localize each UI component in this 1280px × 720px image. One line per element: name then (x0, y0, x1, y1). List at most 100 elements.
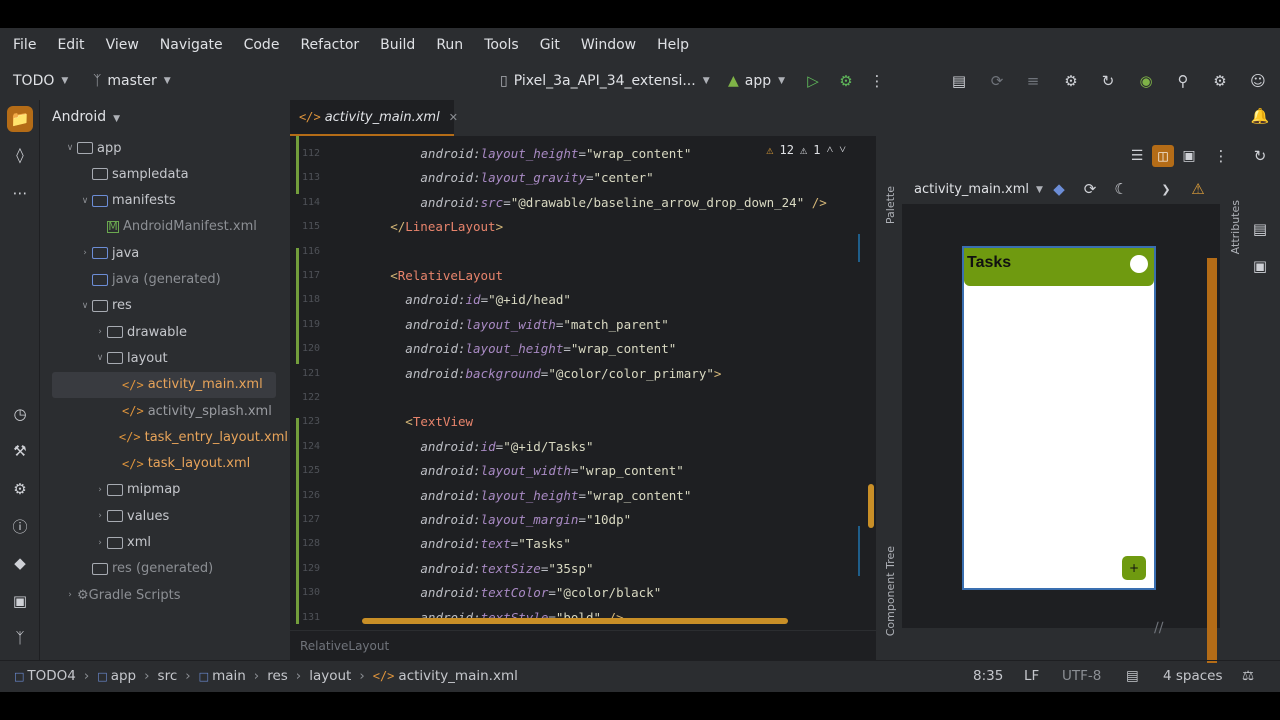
chevron-right-icon[interactable]: › (78, 248, 92, 258)
tree-item[interactable]: </> task_entry_layout.xml (40, 424, 288, 450)
tree-item[interactable]: res (generated) (40, 556, 288, 582)
palette-tab[interactable]: Palette (884, 186, 897, 224)
menu-view[interactable]: View (106, 37, 139, 53)
tree-item[interactable]: sampledata (40, 161, 288, 187)
chevron-right-icon[interactable]: › (93, 511, 107, 521)
menu-run[interactable]: Run (436, 37, 463, 53)
attributes-scrollbar[interactable] (1207, 258, 1217, 663)
tree-item[interactable]: ∨ layout (40, 345, 288, 371)
chevron-right-icon[interactable]: › (63, 590, 77, 600)
apply-changes-icon[interactable]: ▤ (948, 70, 970, 92)
branch-selector[interactable]: ᛉ master ▼ (93, 62, 171, 100)
orientation-icon[interactable]: ⟳ (1079, 178, 1101, 200)
breadcrumb-item[interactable]: TODO4 (27, 668, 75, 684)
breadcrumb-item[interactable]: src (158, 668, 178, 684)
project-selector[interactable]: TODO ▼ (13, 62, 68, 100)
breadcrumb-item[interactable]: res (267, 668, 288, 684)
lock-icon[interactable]: ⚖ (1242, 668, 1254, 684)
breadcrumb-item[interactable]: RelativeLayout (300, 639, 389, 653)
attach-debugger-icon[interactable]: ⚙ (1060, 70, 1082, 92)
version-control-icon[interactable]: ᛉ (9, 627, 31, 649)
file-encoding[interactable]: UTF-8 (1062, 668, 1101, 684)
menu-window[interactable]: Window (581, 37, 636, 53)
vertical-scrollbar[interactable] (868, 484, 874, 528)
project-view-selector[interactable]: Android ▼ (52, 109, 120, 125)
more-options-icon[interactable]: ⋮ (866, 70, 888, 92)
project-folder-icon[interactable]: 📁 (7, 106, 33, 132)
running-devices-icon[interactable]: ▣ (1249, 255, 1271, 277)
tree-item[interactable]: </> task_layout.xml (40, 451, 288, 477)
menu-build[interactable]: Build (380, 37, 415, 53)
app-quality-icon[interactable]: ◆ (9, 552, 31, 574)
menu-git[interactable]: Git (540, 37, 560, 53)
indent-setting[interactable]: 4 spaces (1163, 668, 1223, 684)
inspection-widget[interactable]: ⚠ 12 ⚠ 1 ˄ ˅ (766, 142, 846, 157)
menu-file[interactable]: File (13, 37, 36, 53)
tree-item[interactable]: › xml (40, 530, 288, 556)
chevron-down-icon[interactable]: ∨ (63, 143, 77, 153)
build-icon[interactable]: ⚒ (9, 440, 31, 462)
chevron-right-icon[interactable]: › (93, 485, 107, 495)
search-icon[interactable]: ⚲ (1172, 70, 1194, 92)
chevron-up-icon[interactable]: ˄ (826, 142, 833, 157)
tree-item[interactable]: ∨ app (40, 135, 288, 161)
close-icon[interactable]: ✕ (449, 111, 458, 124)
line-separator[interactable]: LF (1024, 668, 1039, 684)
device-preview[interactable]: Tasks + (962, 246, 1156, 590)
profiler-icon[interactable]: ◉ (1135, 70, 1157, 92)
readonly-icon[interactable]: ▤ (1126, 668, 1139, 684)
structure-icon[interactable]: ◊ (9, 144, 31, 166)
notifications-icon[interactable]: 🔔 (1249, 105, 1271, 127)
device-manager-icon[interactable]: ⚙ (9, 478, 31, 500)
chevron-down-icon[interactable]: ∨ (78, 196, 92, 206)
breadcrumb-item[interactable]: layout (309, 668, 351, 684)
tree-item[interactable]: M AndroidManifest.xml (40, 214, 288, 240)
split-view-icon[interactable]: ◫ (1152, 145, 1174, 167)
menu-code[interactable]: Code (244, 37, 280, 53)
resize-handle-icon[interactable]: ∕∕ (1154, 620, 1163, 636)
menu-help[interactable]: Help (657, 37, 689, 53)
account-icon[interactable]: ☺ (1247, 70, 1269, 92)
apply-code-changes-icon[interactable]: ⟳ (986, 70, 1008, 92)
tab-activity-main[interactable]: </> activity_main.xml ✕ (290, 100, 458, 136)
breadcrumb-item[interactable]: main (212, 668, 246, 684)
tree-item[interactable]: </> activity_splash.xml (40, 398, 288, 424)
chevron-down-icon[interactable]: ˅ (839, 142, 846, 157)
chevron-down-icon[interactable]: ∨ (78, 301, 92, 311)
chevron-right-icon[interactable]: ❯ (1155, 178, 1177, 200)
gemini-icon[interactable]: ↻ (1249, 145, 1271, 167)
warning-icon[interactable]: ⚠ (1187, 178, 1209, 200)
settings-icon[interactable]: ⚙ (1209, 70, 1231, 92)
horizontal-scrollbar[interactable] (362, 618, 788, 624)
more-tools-icon[interactable]: ⋯ (9, 182, 31, 204)
tree-item[interactable]: </> activity_main.xml (52, 371, 276, 398)
menu-refactor[interactable]: Refactor (300, 37, 359, 53)
attributes-tab[interactable]: Attributes (1229, 200, 1242, 254)
tree-item[interactable]: ∨ res (40, 293, 288, 319)
tree-item[interactable]: › ⚙ Gradle Scripts (40, 582, 288, 608)
tree-item[interactable]: › java (40, 240, 288, 266)
chevron-right-icon[interactable]: › (93, 327, 107, 337)
breadcrumb-item[interactable]: activity_main.xml (398, 668, 517, 684)
menu-tools[interactable]: Tools (484, 37, 519, 53)
chevron-down-icon[interactable]: ∨ (93, 353, 107, 363)
run-icon[interactable]: ▷ (802, 70, 824, 92)
tree-item[interactable]: java (generated) (40, 267, 288, 293)
terminal-icon[interactable]: ▣ (9, 590, 31, 612)
night-mode-icon[interactable]: ☾ (1110, 178, 1132, 200)
list-view-icon[interactable]: ☰ (1126, 145, 1148, 167)
tree-item[interactable]: › values (40, 503, 288, 529)
menu-navigate[interactable]: Navigate (160, 37, 223, 53)
debug-icon[interactable]: ⚙ (835, 70, 857, 92)
problems-icon[interactable]: ⓘ (9, 515, 31, 537)
gradle-sync-icon[interactable]: ↻ (1097, 70, 1119, 92)
menu-edit[interactable]: Edit (57, 37, 84, 53)
code-area[interactable]: ⚠ 12 ⚠ 1 ˄ ˅ 112 android:layout_height="wra… (290, 136, 876, 624)
design-view-icon[interactable]: ▣ (1178, 145, 1200, 167)
chevron-right-icon[interactable]: › (93, 538, 107, 548)
component-tree-tab[interactable]: Component Tree (884, 546, 897, 636)
design-surface-icon[interactable]: ◆ (1048, 178, 1070, 200)
caret-position[interactable]: 8:35 (973, 668, 1003, 684)
device-selector[interactable]: ▯ Pixel_3a_API_34_extensi... ▼ (500, 62, 710, 100)
sync-icon[interactable]: ≡ (1022, 70, 1044, 92)
